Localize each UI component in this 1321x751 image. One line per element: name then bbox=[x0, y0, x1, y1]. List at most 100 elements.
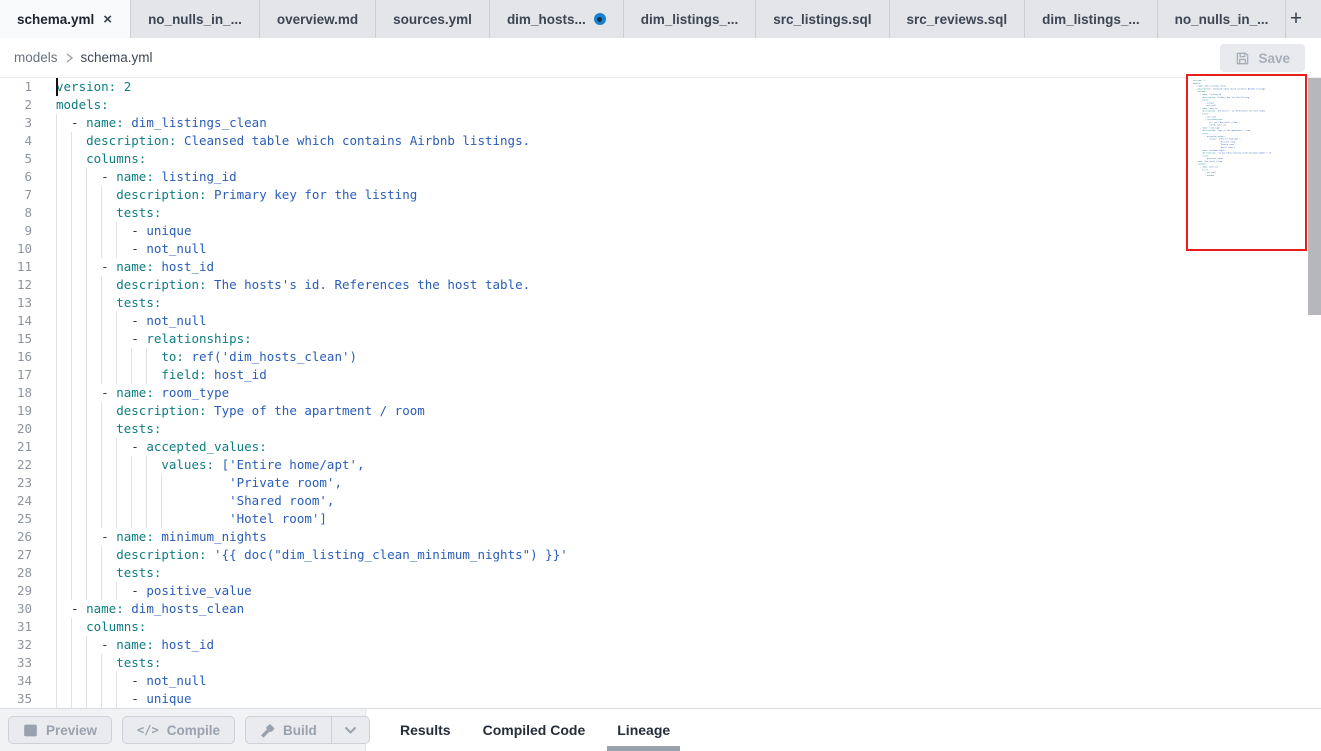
indent-guide bbox=[86, 402, 87, 420]
file-tab-1[interactable]: no_nulls_in_... bbox=[131, 0, 260, 38]
indent-guide bbox=[71, 222, 72, 240]
minimap[interactable]: version: 2models: - name: dim_listings_c… bbox=[1186, 74, 1307, 251]
indent-guide bbox=[86, 294, 87, 312]
code-line-7[interactable]: 7 description: Primary key for the listi… bbox=[0, 186, 1321, 204]
line-number: 7 bbox=[0, 186, 32, 204]
code-line-8[interactable]: 8 tests: bbox=[0, 204, 1321, 222]
code-line-27[interactable]: 27 description: '{{ doc("dim_listing_cle… bbox=[0, 546, 1321, 564]
code-line-25[interactable]: 25 'Hotel room'] bbox=[0, 510, 1321, 528]
compile-button[interactable]: </> Compile bbox=[122, 716, 235, 744]
build-label: Build bbox=[283, 723, 317, 738]
editor-scrollbar-thumb[interactable] bbox=[1308, 78, 1321, 315]
indent-guide bbox=[101, 204, 102, 222]
file-tab-7[interactable]: src_reviews.sql bbox=[890, 0, 1026, 38]
line-number: 32 bbox=[0, 636, 32, 654]
line-number: 15 bbox=[0, 330, 32, 348]
code-line-18[interactable]: 18 - name: room_type bbox=[0, 384, 1321, 402]
indent-guide bbox=[56, 438, 57, 456]
file-tab-9[interactable]: no_nulls_in_... bbox=[1158, 0, 1287, 38]
code-line-24[interactable]: 24 'Shared room', bbox=[0, 492, 1321, 510]
line-number: 17 bbox=[0, 366, 32, 384]
code-line-23[interactable]: 23 'Private room', bbox=[0, 474, 1321, 492]
file-tab-8[interactable]: dim_listings_... bbox=[1025, 0, 1158, 38]
line-number: 16 bbox=[0, 348, 32, 366]
new-tab-button[interactable]: + bbox=[1279, 0, 1313, 38]
line-number: 11 bbox=[0, 258, 32, 276]
code-line-12[interactable]: 12 description: The hosts's id. Referenc… bbox=[0, 276, 1321, 294]
code-line-13[interactable]: 13 tests: bbox=[0, 294, 1321, 312]
code-line-11[interactable]: 11 - name: host_id bbox=[0, 258, 1321, 276]
breadcrumb-bar: models schema.yml Save bbox=[0, 38, 1321, 78]
panel-tab-lineage[interactable]: Lineage bbox=[601, 709, 686, 751]
indent-guide bbox=[71, 294, 72, 312]
indent-guide bbox=[131, 348, 132, 366]
code-line-6[interactable]: 6 - name: listing_id bbox=[0, 168, 1321, 186]
line-number: 28 bbox=[0, 564, 32, 582]
indent-guide bbox=[56, 528, 57, 546]
code-line-4[interactable]: 4 description: Cleansed table which cont… bbox=[0, 132, 1321, 150]
code-line-34[interactable]: 34 - not_null bbox=[0, 672, 1321, 690]
file-tab-6[interactable]: src_listings.sql bbox=[756, 0, 889, 38]
indent-guide bbox=[86, 168, 87, 186]
code-line-10[interactable]: 10 - not_null bbox=[0, 240, 1321, 258]
code-line-26[interactable]: 26 - name: minimum_nights bbox=[0, 528, 1321, 546]
build-options-button[interactable] bbox=[332, 716, 370, 744]
code-line-1[interactable]: 1version: 2 bbox=[0, 78, 1321, 96]
code-line-16[interactable]: 16 to: ref('dim_hosts_clean') bbox=[0, 348, 1321, 366]
indent-guide bbox=[101, 330, 102, 348]
code-line-3[interactable]: 3 - name: dim_listings_clean bbox=[0, 114, 1321, 132]
line-number: 10 bbox=[0, 240, 32, 258]
indent-guide bbox=[86, 258, 87, 276]
code-line-15[interactable]: 15 - relationships: bbox=[0, 330, 1321, 348]
code-line-20[interactable]: 20 tests: bbox=[0, 420, 1321, 438]
build-button[interactable]: Build bbox=[245, 716, 332, 744]
code-line-31[interactable]: 31 columns: bbox=[0, 618, 1321, 636]
line-number: 22 bbox=[0, 456, 32, 474]
indent-guide bbox=[146, 474, 147, 492]
code-line-21[interactable]: 21 - accepted_values: bbox=[0, 438, 1321, 456]
indent-guide bbox=[86, 654, 87, 672]
indent-guide bbox=[86, 582, 87, 600]
breadcrumb-dir[interactable]: models bbox=[14, 50, 58, 65]
code-line-33[interactable]: 33 tests: bbox=[0, 654, 1321, 672]
line-number: 9 bbox=[0, 222, 32, 240]
indent-guide bbox=[71, 474, 72, 492]
code-line-30[interactable]: 30 - name: dim_hosts_clean bbox=[0, 600, 1321, 618]
indent-guide bbox=[71, 420, 72, 438]
indent-guide bbox=[116, 690, 117, 708]
code-line-32[interactable]: 32 - name: host_id bbox=[0, 636, 1321, 654]
code-line-14[interactable]: 14 - not_null bbox=[0, 312, 1321, 330]
code-line-17[interactable]: 17 field: host_id bbox=[0, 366, 1321, 384]
code-line-5[interactable]: 5 columns: bbox=[0, 150, 1321, 168]
code-editor[interactable]: 1version: 22models:3 - name: dim_listing… bbox=[0, 78, 1321, 708]
file-tab-3[interactable]: sources.yml bbox=[376, 0, 490, 38]
line-number: 31 bbox=[0, 618, 32, 636]
indent-guide bbox=[116, 330, 117, 348]
indent-guide bbox=[86, 510, 87, 528]
code-line-19[interactable]: 19 description: Type of the apartment / … bbox=[0, 402, 1321, 420]
file-tab-0[interactable]: schema.yml× bbox=[0, 0, 131, 38]
line-number: 14 bbox=[0, 312, 32, 330]
file-tab-4[interactable]: dim_hosts... bbox=[490, 0, 624, 38]
preview-button[interactable]: Preview bbox=[8, 716, 112, 744]
indent-guide bbox=[71, 618, 72, 636]
indent-guide bbox=[56, 168, 57, 186]
indent-guide bbox=[86, 276, 87, 294]
file-tab-label: src_reviews.sql bbox=[907, 12, 1008, 27]
indent-guide bbox=[56, 222, 57, 240]
save-button[interactable]: Save bbox=[1220, 44, 1305, 72]
panel-tab-compiled-code[interactable]: Compiled Code bbox=[467, 709, 602, 751]
code-line-9[interactable]: 9 - unique bbox=[0, 222, 1321, 240]
file-tab-5[interactable]: dim_listings_... bbox=[624, 0, 757, 38]
indent-guide bbox=[56, 492, 57, 510]
panel-tab-bar: ResultsCompiled CodeLineage bbox=[366, 709, 686, 751]
code-line-22[interactable]: 22 values: ['Entire home/apt', bbox=[0, 456, 1321, 474]
file-tab-2[interactable]: overview.md bbox=[260, 0, 376, 38]
code-line-2[interactable]: 2models: bbox=[0, 96, 1321, 114]
code-line-28[interactable]: 28 tests: bbox=[0, 564, 1321, 582]
panel-tab-results[interactable]: Results bbox=[384, 709, 467, 751]
indent-guide bbox=[116, 510, 117, 528]
code-line-29[interactable]: 29 - positive_value bbox=[0, 582, 1321, 600]
close-icon[interactable]: × bbox=[102, 12, 113, 27]
code-line-35[interactable]: 35 - unique bbox=[0, 690, 1321, 708]
